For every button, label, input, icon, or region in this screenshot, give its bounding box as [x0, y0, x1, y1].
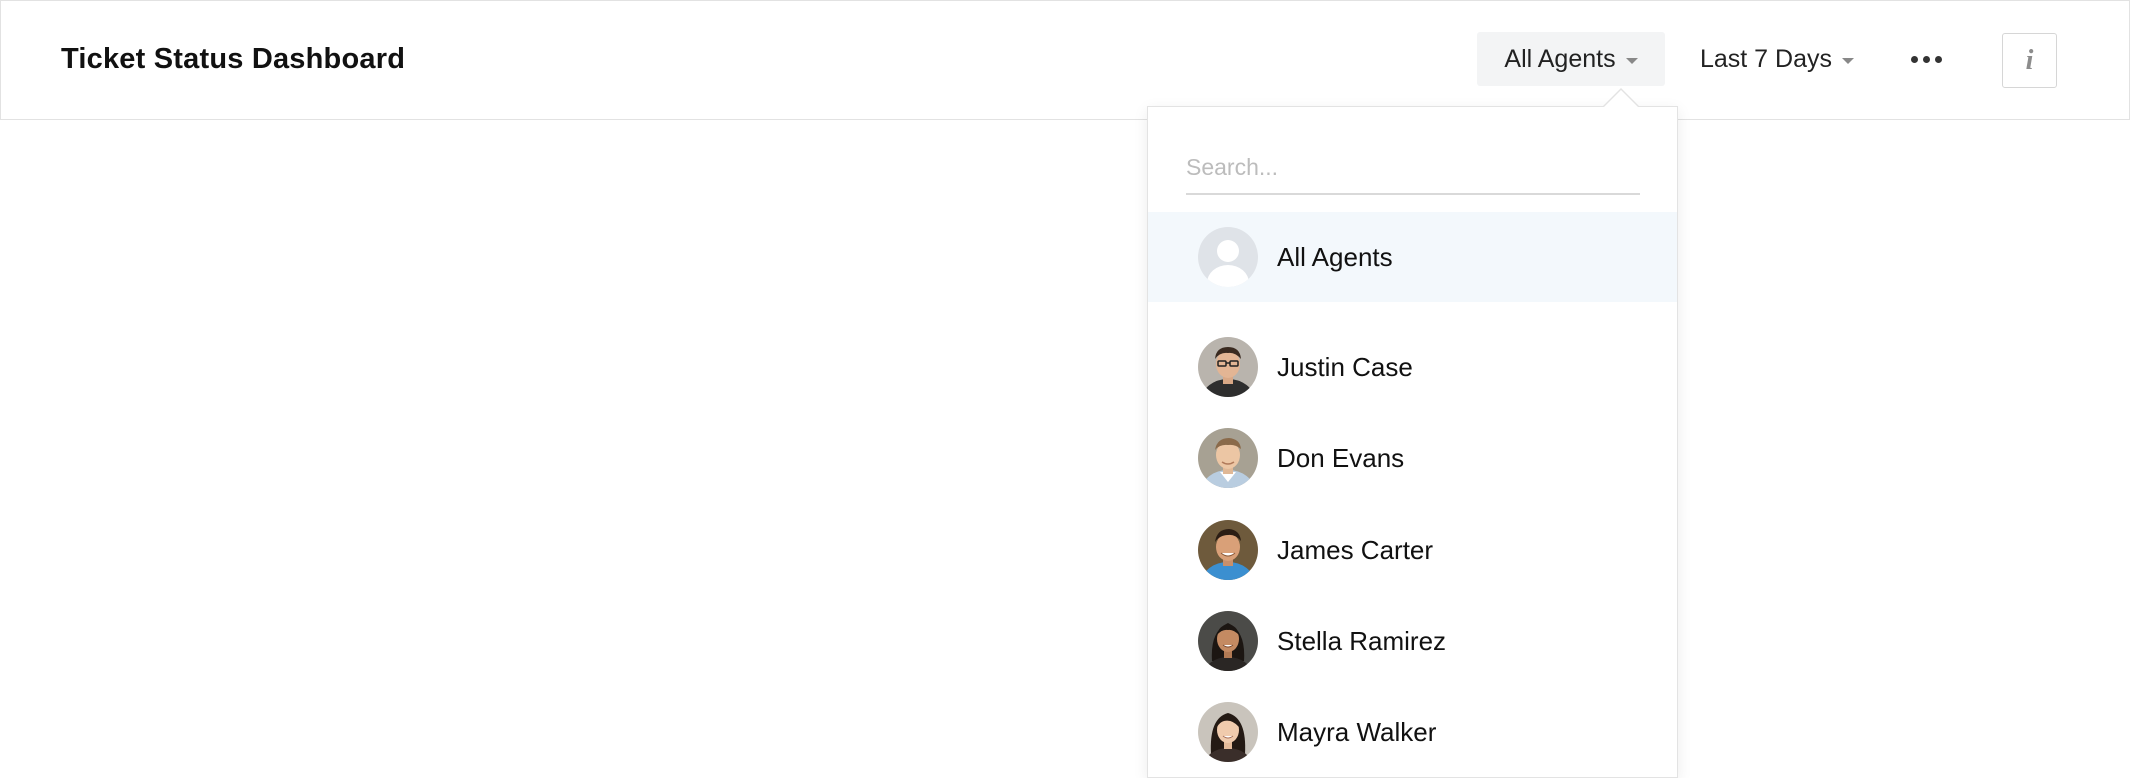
avatar — [1198, 337, 1258, 397]
caret-down-icon — [1842, 58, 1854, 64]
agent-option-stella-ramirez[interactable]: Stella Ramirez — [1148, 596, 1677, 686]
page-title: Ticket Status Dashboard — [61, 43, 406, 75]
agent-filter-label: All Agents — [1504, 44, 1616, 73]
avatar — [1198, 428, 1258, 488]
agent-option-mayra-walker[interactable]: Mayra Walker — [1148, 687, 1677, 777]
dashboard-header: Ticket Status Dashboard All Agents Last … — [0, 0, 2130, 120]
agent-option-label: Mayra Walker — [1277, 716, 1437, 747]
agent-option-label: Don Evans — [1277, 442, 1405, 473]
agent-search-input[interactable] — [1186, 141, 1640, 195]
more-options-button[interactable] — [1901, 41, 1951, 77]
avatar — [1198, 520, 1258, 580]
dropdown-pointer — [1604, 90, 1638, 107]
agent-dropdown-menu: All Agents Justin Case — [1147, 106, 1678, 778]
avatar — [1198, 702, 1258, 762]
ellipsis-icon — [1910, 55, 1918, 63]
date-range-label: Last 7 Days — [1699, 44, 1832, 73]
agent-option-label: All Agents — [1277, 241, 1393, 272]
date-range-dropdown[interactable]: Last 7 Days — [1687, 32, 1867, 86]
agent-option-label: James Carter — [1277, 534, 1434, 565]
avatar — [1198, 611, 1258, 671]
info-icon: i — [2025, 44, 2034, 76]
agent-option-justin-case[interactable]: Justin Case — [1148, 322, 1677, 412]
default-avatar-icon — [1198, 227, 1258, 287]
agent-option-label: Justin Case — [1277, 351, 1413, 382]
agent-filter-dropdown[interactable]: All Agents — [1477, 32, 1665, 86]
agent-option-don-evans[interactable]: Don Evans — [1148, 413, 1677, 503]
info-button[interactable]: i — [2002, 33, 2057, 88]
agent-option-all-agents[interactable]: All Agents — [1148, 212, 1677, 302]
agent-option-label: Stella Ramirez — [1277, 625, 1447, 656]
caret-down-icon — [1625, 58, 1638, 64]
agent-option-james-carter[interactable]: James Carter — [1148, 505, 1677, 595]
